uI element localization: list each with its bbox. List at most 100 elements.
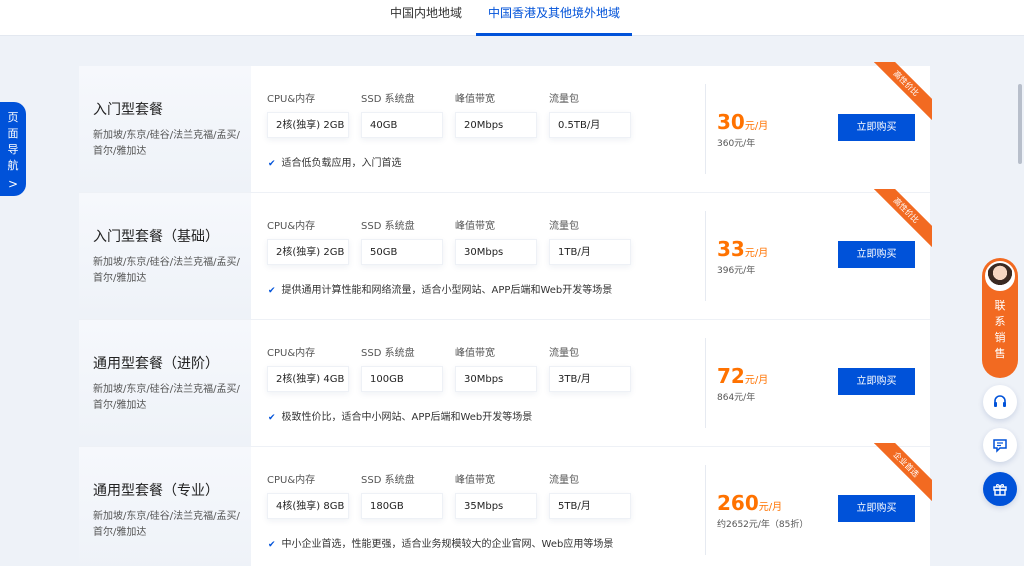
plan-regions: 新加坡/东京/硅谷/法兰克福/孟买/首尔/雅加达 [93, 384, 240, 411]
region-tabs: 中国内地地域 中国香港及其他境外地域 [0, 0, 1024, 36]
spec-value: 100GB [361, 366, 443, 392]
spec-cpu: CPU&内存 4核(独享) 8GB [267, 471, 353, 519]
plan-header: 通用型套餐（专业） 新加坡/东京/硅谷/法兰克福/孟买/首尔/雅加达 [79, 447, 251, 566]
plan-description: ✔ 提供通用计算性能和网络流量，适合小型网站、APP后端和Web开发等场景 [268, 281, 612, 296]
spec-ssd: SSD 系统盘 180GB [361, 471, 447, 519]
tab-overseas[interactable]: 中国香港及其他境外地域 [476, 0, 632, 36]
contact-sales-char: 联 [994, 299, 1006, 312]
ribbon-badge: 高性价比 [874, 189, 932, 247]
spec-value: 3TB/月 [549, 366, 631, 392]
chat-icon[interactable] [983, 428, 1017, 462]
spec-traffic: 流量包 5TB/月 [549, 471, 635, 519]
plan-desc-text: 极致性价比，适合中小网站、APP后端和Web开发等场景 [281, 412, 533, 423]
spec-label: CPU&内存 [267, 221, 316, 232]
plan-regions: 新加坡/东京/硅谷/法兰克福/孟买/首尔/雅加达 [93, 511, 240, 538]
spec-value: 180GB [361, 493, 443, 519]
chat-svg [993, 439, 1007, 453]
spec-label: SSD 系统盘 [361, 475, 415, 486]
avatar [985, 261, 1015, 291]
ribbon-badge: 高性价比 [874, 62, 932, 120]
headset-svg [994, 395, 1006, 407]
spec-value: 50GB [361, 239, 443, 265]
plan-list: 入门型套餐 新加坡/东京/硅谷/法兰克福/孟买/首尔/雅加达 CPU&内存 2核… [79, 62, 932, 566]
spec-bandwidth: 峰值带宽 30Mbps [455, 344, 541, 392]
spec-cpu: CPU&内存 2核(独享) 4GB [267, 344, 353, 392]
spec-label: 峰值带宽 [455, 348, 495, 359]
price-value: 260 [717, 491, 759, 515]
spec-value: 30Mbps [455, 239, 537, 265]
buy-button[interactable]: 立即购买 [838, 368, 915, 395]
divider [705, 211, 706, 301]
tab-mainland[interactable]: 中国内地地域 [376, 0, 476, 36]
contact-sales-char: 售 [994, 347, 1006, 360]
page-nav-char: 面 [7, 127, 19, 140]
contact-sales-char: 销 [994, 331, 1006, 344]
plan-name: 入门型套餐（基础） [93, 229, 219, 245]
plan-card: 入门型套餐 新加坡/东京/硅谷/法兰克福/孟买/首尔/雅加达 CPU&内存 2核… [79, 62, 932, 193]
plan-yearly-price: 360元/年 [717, 139, 756, 149]
spec-value: 30Mbps [455, 366, 537, 392]
spec-ssd: SSD 系统盘 50GB [361, 217, 447, 265]
spec-label: 流量包 [549, 94, 579, 105]
check-icon: ✔ [268, 413, 276, 423]
check-icon: ✔ [268, 540, 276, 550]
spec-bandwidth: 峰值带宽 30Mbps [455, 217, 541, 265]
headset-icon[interactable] [983, 385, 1017, 419]
plan-name: 通用型套餐（专业） [93, 483, 219, 499]
spec-value: 20Mbps [455, 112, 537, 138]
plan-price: 72元/月 [717, 364, 768, 388]
price-value: 30 [717, 110, 745, 134]
plan-header: 入门型套餐（基础） 新加坡/东京/硅谷/法兰克福/孟买/首尔/雅加达 [79, 193, 251, 319]
spec-label: SSD 系统盘 [361, 348, 415, 359]
spec-label: CPU&内存 [267, 475, 316, 486]
check-icon: ✔ [268, 159, 276, 169]
contact-sales-button[interactable]: 联 系 销 售 [982, 258, 1018, 378]
page-nav-button[interactable]: 页 面 导 航 > [0, 102, 26, 196]
plan-yearly-price: 约2652元/年（85折） [717, 520, 809, 530]
page-nav-char: 航 [7, 159, 19, 172]
plan-regions: 新加坡/东京/硅谷/法兰克福/孟买/首尔/雅加达 [93, 130, 240, 157]
spec-traffic: 流量包 0.5TB/月 [549, 90, 635, 138]
spec-value: 0.5TB/月 [549, 112, 631, 138]
spec-label: 流量包 [549, 348, 579, 359]
divider [705, 84, 706, 174]
price-unit: 元/月 [758, 502, 783, 513]
spec-label: 峰值带宽 [455, 221, 495, 232]
spec-label: 峰值带宽 [455, 94, 495, 105]
plan-price: 33元/月 [717, 237, 768, 261]
plan-card: 通用型套餐（专业） 新加坡/东京/硅谷/法兰克福/孟买/首尔/雅加达 CPU&内… [79, 443, 932, 566]
page-nav-char: 导 [7, 143, 19, 156]
plan-card: 入门型套餐（基础） 新加坡/东京/硅谷/法兰克福/孟买/首尔/雅加达 CPU&内… [79, 189, 932, 320]
spec-value: 4核(独享) 8GB [267, 493, 349, 519]
plan-description: ✔ 极致性价比，适合中小网站、APP后端和Web开发等场景 [268, 408, 532, 423]
scrollbar[interactable] [1018, 84, 1022, 164]
ribbon-badge: 企业首选 [874, 443, 932, 501]
spec-ssd: SSD 系统盘 40GB [361, 90, 447, 138]
spec-value: 5TB/月 [549, 493, 631, 519]
ribbon-text: 企业首选 [874, 443, 932, 501]
spec-value: 2核(独享) 4GB [267, 366, 349, 392]
spec-cpu: CPU&内存 2核(独享) 2GB [267, 217, 353, 265]
spec-cpu: CPU&内存 2核(独享) 2GB [267, 90, 353, 138]
spec-label: CPU&内存 [267, 348, 316, 359]
spec-label: SSD 系统盘 [361, 94, 415, 105]
spec-value: 2核(独享) 2GB [267, 239, 349, 265]
spec-label: 流量包 [549, 475, 579, 486]
price-unit: 元/月 [744, 248, 769, 259]
plan-name: 入门型套餐 [93, 102, 163, 118]
price-unit: 元/月 [744, 121, 769, 132]
gift-icon[interactable] [983, 472, 1017, 506]
spec-value: 2核(独享) 2GB [267, 112, 349, 138]
spec-value: 1TB/月 [549, 239, 631, 265]
spec-ssd: SSD 系统盘 100GB [361, 344, 447, 392]
divider [705, 338, 706, 428]
plan-description: ✔ 中小企业首选，性能更强，适合业务规模较大的企业官网、Web应用等场景 [268, 535, 613, 550]
plan-description: ✔ 适合低负载应用，入门首选 [268, 154, 402, 169]
plan-desc-text: 适合低负载应用，入门首选 [281, 158, 402, 169]
spec-bandwidth: 峰值带宽 35Mbps [455, 471, 541, 519]
plan-yearly-price: 864元/年 [717, 393, 756, 403]
spec-label: 流量包 [549, 221, 579, 232]
plan-regions: 新加坡/东京/硅谷/法兰克福/孟买/首尔/雅加达 [93, 257, 240, 284]
gift-svg [993, 484, 1007, 496]
chevron-right-icon: > [7, 177, 19, 191]
